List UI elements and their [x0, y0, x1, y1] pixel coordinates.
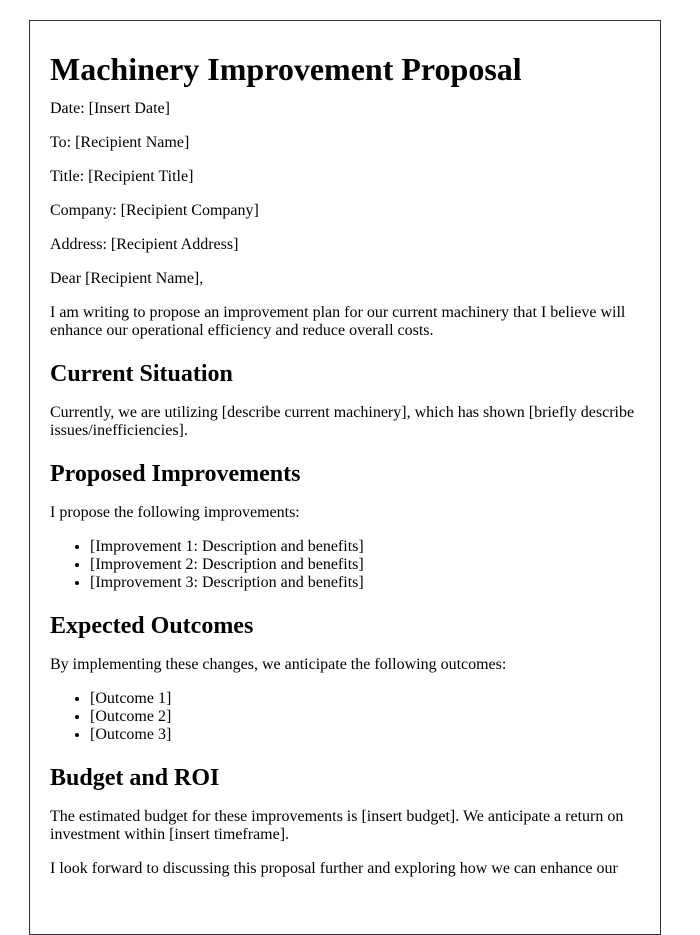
current-situation-paragraph: Currently, we are utilizing [describe cu…: [50, 404, 635, 439]
section-heading-budget-roi: Budget and ROI: [50, 765, 220, 791]
closing-paragraph: I look forward to discussing this propos…: [50, 860, 618, 877]
recipient-name-line: To: [Recipient Name]: [50, 134, 190, 151]
recipient-company-line: Company: [Recipient Company]: [50, 202, 259, 219]
recipient-title-line: Title: [Recipient Title]: [50, 168, 194, 185]
list-item: [Improvement 3: Description and benefits…: [90, 574, 640, 592]
list-item: [Outcome 3]: [90, 726, 640, 744]
outcomes-intro: By implementing these changes, we antici…: [50, 656, 507, 673]
outcomes-list: [Outcome 1] [Outcome 2] [Outcome 3]: [50, 690, 640, 744]
budget-paragraph: The estimated budget for these improveme…: [50, 808, 624, 843]
list-item: [Improvement 1: Description and benefits…: [90, 538, 640, 556]
recipient-address-line: Address: [Recipient Address]: [50, 236, 239, 253]
section-heading-current-situation: Current Situation: [50, 361, 233, 387]
section-heading-proposed-improvements: Proposed Improvements: [50, 461, 301, 487]
list-item: [Outcome 1]: [90, 690, 640, 708]
document-title: Machinery Improvement Proposal: [50, 51, 522, 87]
intro-paragraph: I am writing to propose an improvement p…: [50, 304, 626, 339]
improvements-intro: I propose the following improvements:: [50, 504, 300, 521]
date-line: Date: [Insert Date]: [50, 100, 170, 117]
section-heading-expected-outcomes: Expected Outcomes: [50, 613, 254, 639]
improvements-list: [Improvement 1: Description and benefits…: [50, 538, 640, 592]
list-item: [Improvement 2: Description and benefits…: [90, 556, 640, 574]
list-item: [Outcome 2]: [90, 708, 640, 726]
salutation: Dear [Recipient Name],: [50, 270, 204, 287]
letter-document: Machinery Improvement Proposal Date: [In…: [29, 20, 661, 935]
